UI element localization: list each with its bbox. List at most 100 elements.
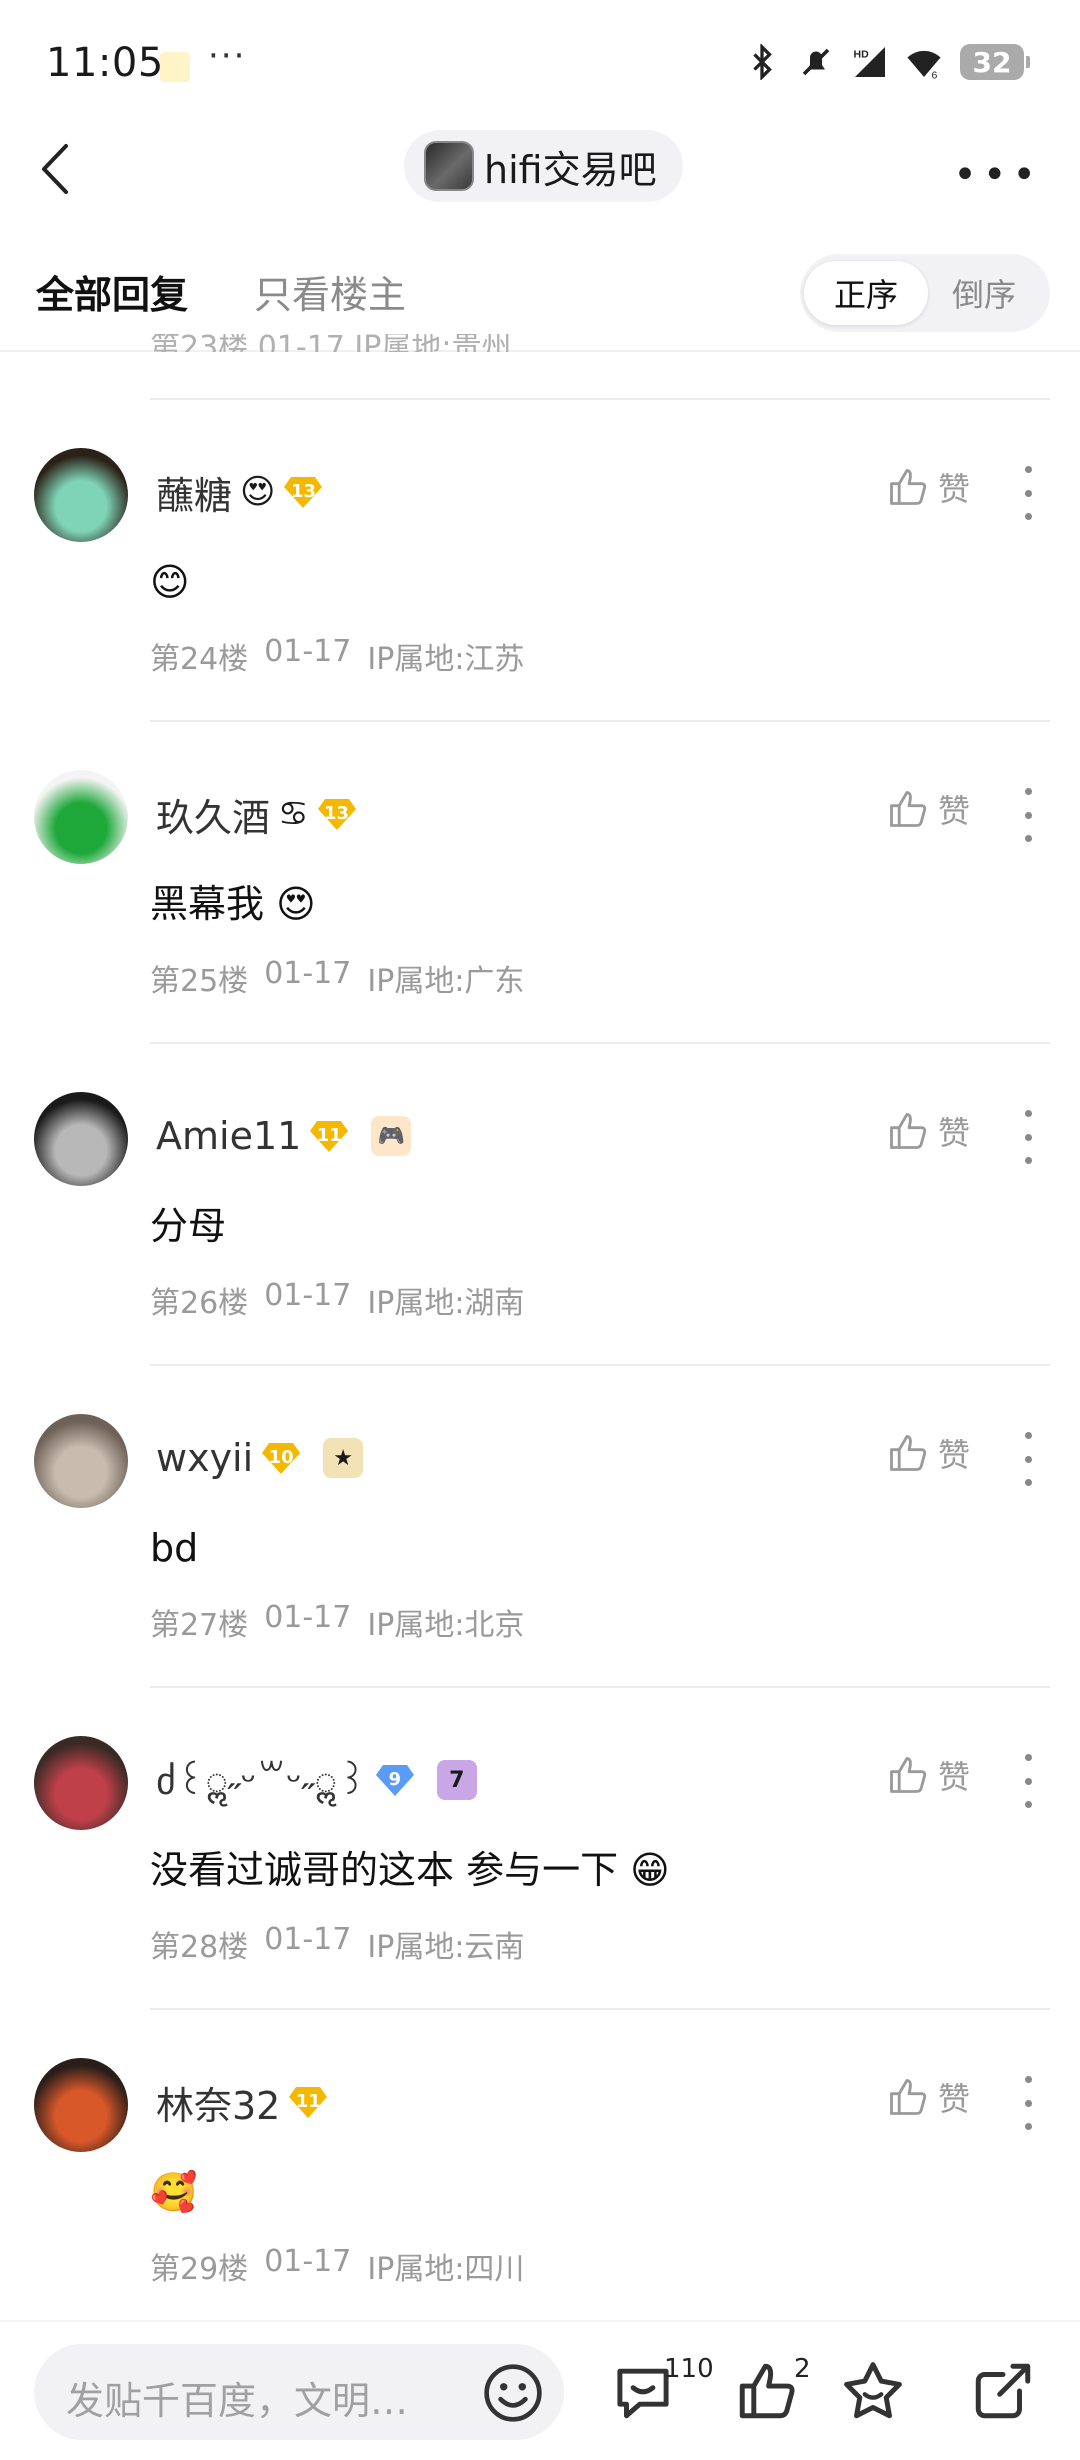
divider — [150, 2008, 1050, 2010]
status-time: 11:05 — [46, 40, 164, 86]
comment-content: 没看过诚哥的这本 参与一下 😁 — [150, 1848, 670, 1892]
floor-number: 第26楼 — [150, 1286, 249, 1321]
thumbs-up-icon — [890, 1113, 927, 1149]
ip-location: IP属地:北京 — [367, 1608, 525, 1643]
battery-icon: 32 — [960, 44, 1030, 80]
comment-content: 分母 — [150, 1204, 227, 1248]
post-date: 01-17 — [264, 956, 352, 991]
avatar[interactable] — [34, 1092, 128, 1186]
star-icon[interactable] — [840, 2358, 906, 2424]
compose-placeholder: 发贴千百度，文明… — [66, 2379, 409, 2423]
thumbs-up-icon — [890, 1435, 927, 1471]
comment-meta: 第28楼 01-17 IP属地:云南 — [150, 1922, 524, 1966]
post-date: 01-17 — [264, 1278, 352, 1313]
forum-avatar — [424, 141, 474, 191]
user-info: 玖久酒 ♋ 13 — [156, 784, 357, 844]
level-number: 13 — [290, 480, 316, 502]
bottom-action-bar: 发贴千百度，文明… 110 2 — [0, 2320, 1080, 2460]
floor-number: 第28楼 — [150, 1930, 249, 1965]
svg-text:6: 6 — [932, 70, 938, 81]
username[interactable]: 蘸糖 — [156, 465, 232, 520]
honor-badge-icon: ★ — [323, 1438, 364, 1478]
mute-bell-icon — [802, 48, 830, 76]
level-number: 13 — [323, 802, 350, 824]
comment-meta: 第27楼 01-17 IP属地:北京 — [150, 1600, 524, 1644]
status-icons: HD 6 32 — [744, 44, 1030, 81]
ip-location: IP属地:云南 — [367, 1930, 525, 1965]
avatar[interactable] — [34, 1736, 128, 1830]
ip-location: IP属地:湖南 — [367, 1286, 525, 1321]
thumbs-up-icon — [890, 469, 927, 505]
like-button[interactable]: 赞 — [886, 1752, 970, 1798]
like-button[interactable]: 赞 — [886, 786, 970, 832]
level-badge-icon: 13 — [283, 475, 323, 509]
like-label: 赞 — [937, 792, 970, 830]
honor-badge: ★ — [333, 1445, 354, 1471]
comment-menu-icon[interactable] — [1022, 788, 1034, 842]
level-badge-icon: 11 — [288, 2085, 328, 2119]
avatar[interactable] — [34, 770, 128, 864]
user-info: 林奈32 11 — [156, 2072, 328, 2132]
comment-menu-icon[interactable] — [1022, 1110, 1034, 1164]
share-icon[interactable] — [970, 2358, 1036, 2424]
name-emoji: 😍 — [240, 472, 276, 512]
avatar[interactable] — [34, 1414, 128, 1508]
username[interactable]: Amie11 — [156, 1114, 301, 1158]
comment-menu-icon[interactable] — [1022, 2076, 1034, 2130]
thumbs-up-icon[interactable] — [734, 2358, 800, 2424]
more-options-button[interactable]: ••• — [953, 152, 1042, 198]
bluetooth-icon — [753, 44, 772, 80]
like-button[interactable]: 赞 — [886, 2074, 970, 2120]
signal-hd-icon: HD — [854, 47, 885, 77]
comment-menu-icon[interactable] — [1022, 1754, 1034, 1808]
username[interactable]: wxyii — [156, 1436, 253, 1480]
thumbs-up-icon — [890, 791, 927, 827]
back-button[interactable] — [40, 134, 88, 204]
post-date: 01-17 — [264, 1600, 352, 1635]
sort-ascending-button[interactable]: 正序 — [804, 261, 928, 325]
post-date: 01-17 — [264, 634, 352, 669]
user-info: Amie11 11 🎮 — [156, 1106, 412, 1166]
forum-link[interactable]: hifi交易吧 — [404, 130, 683, 202]
floor-number: 第29楼 — [150, 2252, 249, 2287]
divider — [150, 398, 1050, 400]
honor-badge: 🎮 — [377, 1123, 406, 1149]
floor-number: 第24楼 — [150, 642, 249, 677]
comment-menu-icon[interactable] — [1022, 466, 1034, 520]
thumbs-up-icon — [890, 1757, 927, 1793]
like-button[interactable]: 赞 — [886, 1430, 970, 1476]
user-info: 蘸糖 😍 13 — [156, 462, 323, 522]
honor-badge-icon: 7 — [436, 1760, 477, 1800]
post-date: 01-17 — [264, 1922, 352, 1957]
comment-content: bd — [150, 1526, 199, 1570]
username[interactable]: 玖久酒 — [156, 787, 270, 842]
avatar[interactable] — [34, 2058, 128, 2152]
divider — [150, 720, 1050, 722]
comment-meta: 第26楼 01-17 IP属地:湖南 — [150, 1278, 524, 1322]
like-label: 赞 — [937, 2080, 970, 2118]
username[interactable]: ძ꒰ॢ˶ᵕ꒳ᵕ˶ॢ꒱ — [156, 1754, 367, 1806]
comment-item: Amie11 11 🎮 赞分母第26楼 01-17 IP属地:湖南 — [0, 1042, 1080, 1364]
comment-item: 蘸糖 😍 13 赞 😊 第24楼 01-17 IP属地:江苏 — [0, 398, 1080, 720]
tab-owner-only[interactable]: 只看楼主 — [254, 264, 406, 319]
chevron-left-icon — [42, 144, 68, 194]
comment-menu-icon[interactable] — [1022, 1432, 1034, 1486]
like-button[interactable]: 赞 — [886, 464, 970, 510]
comment-meta: 第24楼 01-17 IP属地:江苏 — [150, 634, 524, 678]
compose-input[interactable]: 发贴千百度，文明… — [34, 2344, 564, 2440]
floor-number: 第25楼 — [150, 964, 249, 999]
honor-badge: 7 — [449, 1767, 465, 1793]
divider — [150, 1042, 1050, 1044]
sort-descending-button[interactable]: 倒序 — [922, 261, 1046, 325]
avatar[interactable] — [34, 448, 128, 542]
comment-item: wxyii 10 ★ 赞 bd 第27楼 01-17 IP属地:北京 — [0, 1364, 1080, 1686]
comment-content: 😊 — [150, 560, 190, 604]
floor-number: 第27楼 — [150, 1608, 249, 1643]
tab-all-replies[interactable]: 全部回复 — [36, 264, 188, 319]
notification-icon — [160, 52, 190, 82]
emoji-icon[interactable] — [482, 2362, 544, 2424]
like-button[interactable]: 赞 — [886, 1108, 970, 1154]
post-date: 01-17 — [264, 2244, 352, 2279]
username[interactable]: 林奈32 — [156, 2075, 280, 2130]
level-badge-icon: 13 — [317, 797, 357, 831]
